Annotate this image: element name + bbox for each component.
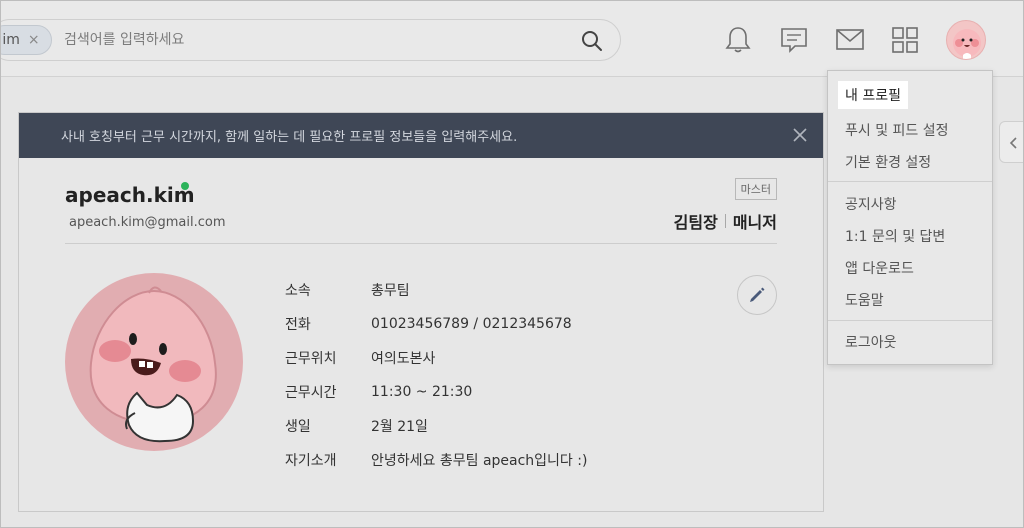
info-value: 11:30 ~ 21:30 [371, 384, 473, 400]
profile-title: 김팀장 매니저 [674, 209, 777, 233]
info-label: 소속 [285, 283, 311, 299]
info-value: 01023456789 / 0212345678 [371, 316, 572, 332]
profile-role: 매니저 [732, 213, 777, 232]
chat-icon[interactable] [779, 25, 809, 55]
avatar[interactable] [946, 20, 986, 60]
profile-username: apeach.kim [65, 183, 195, 207]
close-icon[interactable]: × [28, 32, 40, 48]
menu-item-default-settings[interactable]: 기본 환경 설정 [845, 152, 931, 172]
mail-icon[interactable] [835, 25, 865, 55]
app-window: im × 검색어를 입력하세요 사내 호칭부터 근무 시간까지, 함께 일하는 … [0, 0, 1024, 528]
info-row: 생일 2월 21일 [285, 409, 587, 443]
search-filter-chip[interactable]: im × [1, 25, 52, 55]
info-value: 안녕하세요 총무팀 apeach입니다 :) [371, 453, 588, 469]
online-status-dot [181, 182, 189, 190]
info-value: 2월 21일 [371, 419, 428, 435]
edit-profile-button[interactable] [737, 275, 777, 315]
info-row: 근무위치 여의도본사 [285, 341, 587, 375]
menu-item-app-download[interactable]: 앱 다운로드 [845, 258, 914, 278]
info-value: 총무팀 [371, 283, 410, 299]
profile-email: apeach.kim@gmail.com [69, 215, 226, 230]
info-label: 생일 [285, 419, 311, 435]
profile-position: 김팀장 [673, 213, 718, 232]
menu-item-support-inquiry[interactable]: 1:1 문의 및 답변 [845, 226, 945, 246]
info-row: 소속 총무팀 [285, 273, 587, 307]
chevron-left-icon [1009, 137, 1017, 149]
menu-item-help[interactable]: 도움말 [845, 290, 884, 310]
info-label: 전화 [285, 317, 311, 333]
banner-message: 사내 호칭부터 근무 시간까지, 함께 일하는 데 필요한 프로필 정보들을 입… [61, 130, 518, 145]
apeach-character-icon [89, 286, 217, 443]
profile-info-list: 소속 총무팀 전화 01023456789 / 0212345678 근무위치 … [285, 273, 587, 477]
profile-photo [65, 273, 243, 451]
grid-apps-icon[interactable] [890, 25, 920, 55]
menu-item-logout[interactable]: 로그아웃 [845, 332, 897, 352]
title-separator [724, 214, 726, 228]
profile-dropdown-menu: 내 프로필 푸시 및 피드 설정 기본 환경 설정 공지사항 1:1 문의 및 … [827, 70, 993, 365]
info-row: 자기소개 안녕하세요 총무팀 apeach입니다 :) [285, 443, 587, 477]
menu-item-push-feed-settings[interactable]: 푸시 및 피드 설정 [845, 120, 949, 140]
info-label: 근무시간 [285, 385, 337, 401]
top-bar: im × [1, 1, 1023, 77]
info-row: 근무시간 11:30 ~ 21:30 [285, 375, 587, 409]
profile-notice-banner: 사내 호칭부터 근무 시간까지, 함께 일하는 데 필요한 프로필 정보들을 입… [19, 113, 823, 158]
menu-divider [828, 181, 992, 182]
bell-icon[interactable] [723, 25, 753, 55]
menu-item-my-profile[interactable]: 내 프로필 [838, 81, 908, 109]
info-row: 전화 01023456789 / 0212345678 [285, 307, 587, 341]
info-label: 자기소개 [285, 453, 337, 469]
search-filter-chip-label: im [2, 32, 20, 48]
search-bar[interactable]: im × [1, 19, 621, 61]
search-icon[interactable] [580, 29, 604, 53]
info-label: 근무위치 [285, 351, 337, 367]
pencil-icon [750, 287, 765, 302]
menu-item-notices[interactable]: 공지사항 [845, 194, 897, 214]
side-panel-toggle[interactable] [999, 121, 1023, 163]
info-value: 여의도본사 [371, 351, 436, 367]
menu-divider [828, 320, 992, 321]
profile-card: 사내 호칭부터 근무 시간까지, 함께 일하는 데 필요한 프로필 정보들을 입… [18, 112, 824, 512]
divider [65, 243, 777, 244]
search-input[interactable] [64, 24, 544, 56]
apeach-avatar-icon [953, 29, 981, 59]
close-icon[interactable] [791, 126, 809, 144]
role-badge: 마스터 [734, 178, 777, 200]
